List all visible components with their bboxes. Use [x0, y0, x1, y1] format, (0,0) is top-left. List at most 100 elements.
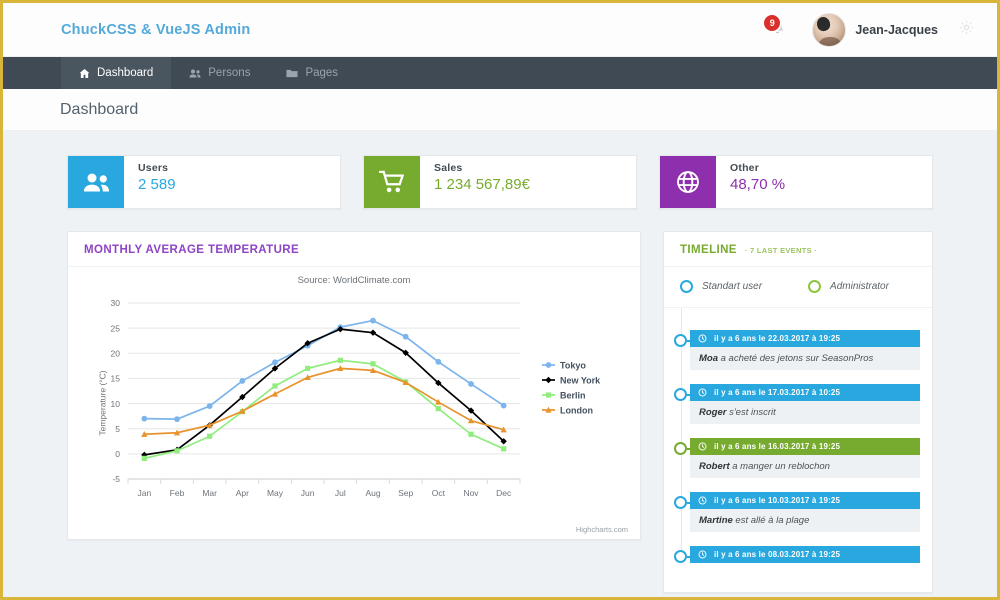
chart-point	[174, 416, 180, 422]
chart-xtick-label: May	[267, 488, 284, 498]
stat-icon-sales	[364, 156, 420, 208]
chart-xtick-label: Jan	[137, 488, 151, 498]
clock-icon	[698, 388, 707, 397]
timeline-event-header: il y a 6 ans le 17.03.2017 à 10:25	[690, 384, 920, 401]
user-menu[interactable]: Jean-Jacques	[812, 13, 938, 47]
timeline-event-action: s'est inscrit	[726, 407, 775, 418]
chart-point	[142, 456, 147, 461]
chart-xtick-label: Dec	[496, 488, 512, 498]
timeline-event-body: Roger s'est inscrit	[690, 401, 920, 424]
notification-badge: 9	[764, 15, 780, 31]
chart-point	[338, 358, 343, 363]
chart-point	[305, 366, 310, 371]
chart-legend-label: New York	[560, 375, 601, 385]
gear-icon[interactable]	[958, 19, 975, 41]
chart-ytick: 20	[111, 348, 121, 358]
stat-card-users[interactable]: Users 2 589	[67, 155, 341, 209]
chart-legend-item[interactable]: Tokyo	[542, 360, 586, 370]
timeline-event-user: Roger	[699, 407, 726, 418]
nav-item-dashboard[interactable]: Dashboard	[61, 57, 171, 89]
chart-svg: -5051015202530JanFebMarAprMayJunJulAugSe…	[68, 267, 642, 539]
timeline-event-dot	[674, 388, 687, 401]
main-content: Users 2 589 Sales 1 234 567,89€	[3, 131, 997, 600]
chart-point	[435, 359, 441, 365]
chart-legend-label: London	[560, 405, 593, 415]
chart-point	[174, 448, 179, 453]
app-brand[interactable]: ChuckCSS & VueJS Admin	[61, 22, 250, 38]
timeline-event-connector	[687, 340, 697, 342]
chart-point	[545, 377, 551, 383]
chart-ytick: -5	[112, 474, 120, 484]
timeline-event[interactable]: il y a 6 ans le 10.03.2017 à 19:25Martin…	[690, 492, 920, 532]
timeline-event-dot	[674, 550, 687, 563]
panels-row: MONTHLY AVERAGE TEMPERATURE Source: Worl…	[67, 231, 933, 593]
chart-series-tokyo	[141, 318, 506, 422]
stat-card-sales[interactable]: Sales 1 234 567,89€	[363, 155, 637, 209]
timeline-legend-label-0: Standart user	[702, 281, 762, 292]
clock-icon	[698, 496, 707, 505]
stat-body-other: Other 48,70 %	[716, 156, 785, 208]
temperature-chart[interactable]: Source: WorldClimate.com Temperature (°C…	[68, 267, 640, 539]
chart-ylabel: Temperature (°C)	[98, 370, 108, 435]
clock-icon	[698, 550, 707, 559]
chart-point	[370, 361, 375, 366]
chart-series-london	[141, 365, 507, 437]
timeline-event-body: Moa a acheté des jetons sur SeasonPros	[690, 347, 920, 370]
stat-icon-other	[660, 156, 716, 208]
chart-point	[141, 416, 147, 422]
stat-card-other[interactable]: Other 48,70 %	[659, 155, 933, 209]
nav-label-persons: Persons	[208, 67, 250, 79]
chart-xtick-label: Apr	[236, 488, 249, 498]
chart-point	[501, 403, 507, 409]
timeline-event-action: est allé à la plage	[733, 515, 810, 526]
folder-icon	[286, 68, 298, 79]
chart-xtick-label: Oct	[432, 488, 446, 498]
timeline-event[interactable]: il y a 6 ans le 08.03.2017 à 19:25	[690, 546, 920, 563]
timeline-legend-standard-user: Standart user	[680, 280, 762, 293]
stat-body-users: Users 2 589	[124, 156, 176, 208]
clock-icon	[698, 442, 707, 451]
chart-legend-item[interactable]: London	[542, 405, 593, 415]
timeline-panel-header: TIMELINE · 7 LAST EVENTS ·	[664, 232, 932, 267]
timeline-event-body: Robert a manger un reblochon	[690, 455, 920, 478]
timeline-subtitle: · 7 LAST EVENTS ·	[745, 246, 817, 255]
timeline-event-dot	[674, 496, 687, 509]
avatar	[812, 13, 846, 47]
timeline-event-time: il y a 6 ans le 08.03.2017 à 19:25	[714, 550, 840, 559]
top-bar-right: 9 Jean-Jacques	[766, 13, 975, 47]
timeline-event-action: a manger un reblochon	[730, 461, 830, 472]
timeline-event-user: Martine	[699, 515, 733, 526]
timeline-legend-label-1: Administrator	[830, 281, 889, 292]
chart-point	[272, 383, 277, 388]
page-title: Dashboard	[60, 101, 138, 119]
page-title-bar: Dashboard	[3, 89, 997, 131]
chart-series-new-york	[141, 326, 507, 458]
chart-legend-item[interactable]: Berlin	[542, 390, 586, 400]
chart-line	[144, 329, 503, 455]
chart-point	[546, 392, 551, 397]
timeline-event-connector	[687, 394, 697, 396]
chart-point	[272, 359, 278, 365]
nav-item-pages[interactable]: Pages	[268, 57, 356, 89]
chart-point	[435, 399, 441, 405]
chart-point	[468, 432, 473, 437]
users-icon	[83, 172, 110, 193]
notifications-button[interactable]: 9	[766, 15, 792, 45]
timeline-event[interactable]: il y a 6 ans le 22.03.2017 à 19:25Moa a …	[690, 330, 920, 370]
chart-ytick: 30	[111, 298, 121, 308]
chart-ytick: 5	[115, 424, 120, 434]
chart-legend-label: Tokyo	[560, 360, 586, 370]
chart-xtick-label: Aug	[365, 488, 380, 498]
chart-point	[501, 446, 506, 451]
timeline-list: il y a 6 ans le 22.03.2017 à 19:25Moa a …	[664, 308, 932, 563]
chart-xtick-label: Nov	[463, 488, 479, 498]
chart-panel-header: MONTHLY AVERAGE TEMPERATURE	[68, 232, 640, 267]
timeline-event[interactable]: il y a 6 ans le 16.03.2017 à 19:25Robert…	[690, 438, 920, 478]
stat-value-sales: 1 234 567,89€	[434, 176, 530, 193]
stat-cards-row: Users 2 589 Sales 1 234 567,89€	[67, 155, 933, 209]
chart-legend-item[interactable]: New York	[542, 375, 601, 385]
nav-item-persons[interactable]: Persons	[171, 57, 268, 89]
timeline-event[interactable]: il y a 6 ans le 17.03.2017 à 10:25Roger …	[690, 384, 920, 424]
circle-icon	[808, 280, 821, 293]
timeline-event-connector	[687, 502, 697, 504]
